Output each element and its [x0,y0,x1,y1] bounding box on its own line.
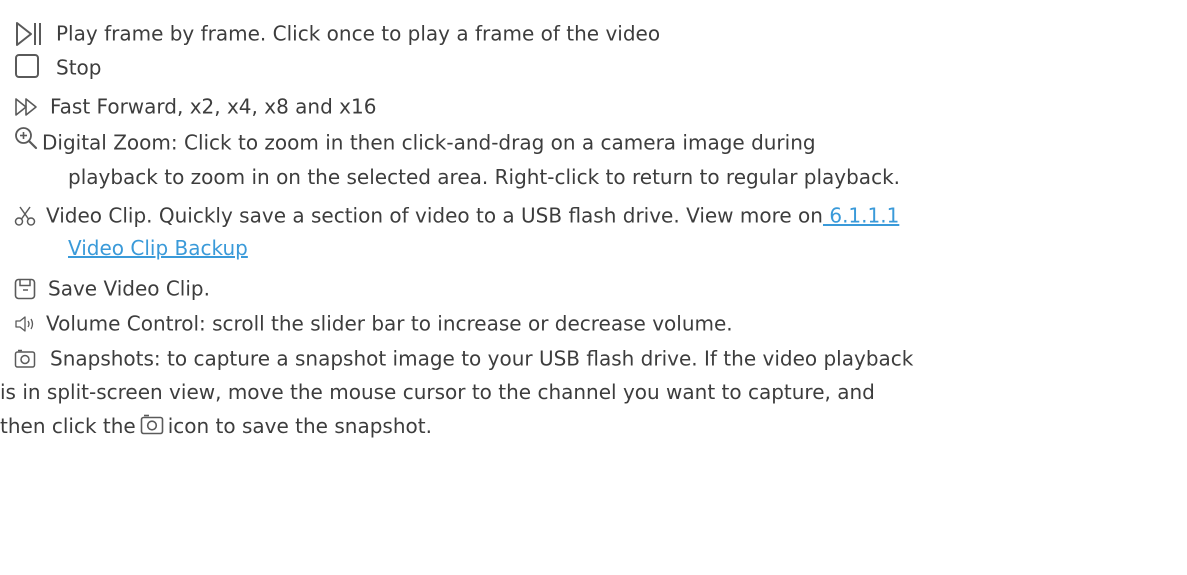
item-snapshots: Snapshots: to capture a snapshot image t… [14,340,1179,376]
camera-icon[interactable] [140,412,164,446]
item-text: Save Video Clip. [48,276,210,301]
item-stop: Stop [14,49,1179,85]
document-body: Play frame by frame. Click once to play … [0,0,1187,575]
item-video-clip: Video Clip. Quickly save a section of vi… [14,197,1179,233]
item-volume-control: Volume Control: scroll the slider bar to… [14,305,1179,341]
item-text: Snapshots: to capture a snapshot image t… [50,346,914,371]
item-text: Play frame by frame. Click once to play … [56,21,661,46]
item-text: then click the [0,414,136,438]
item-text: Stop [56,55,102,80]
item-digital-zoom: Digital Zoom: Click to zoom in then clic… [14,124,1179,160]
stop-icon[interactable] [14,53,40,83]
camera-icon[interactable] [14,349,36,369]
item-text-continued: playback to zoom in on the selected area… [68,165,901,189]
scissors-icon[interactable] [14,205,36,227]
item-text-continued-final: then click the icon to save the snapshot… [0,409,432,446]
item-text: Fast Forward, x2, x4, x8 and x16 [50,94,377,119]
section-link-title[interactable]: Video Clip Backup [68,236,248,260]
step-frame-icon[interactable] [14,21,44,47]
item-text: Video Clip. Quickly save a section of vi… [46,203,823,228]
save-icon[interactable] [14,278,36,300]
item-text: icon to save the snapshot. [167,414,432,438]
section-link-number[interactable]: 6.1.1.1 [823,204,899,228]
volume-icon[interactable] [14,315,38,333]
item-text-continued: Video Clip Backup [68,231,248,265]
item-save-clip: Save Video Clip. [14,270,1179,306]
item-text: Digital Zoom: Click to zoom in then clic… [42,130,816,155]
fast-forward-icon[interactable] [14,96,40,118]
item-fast-forward: Fast Forward, x2, x4, x8 and x16 [14,88,1179,124]
item-frame-by-frame: Play frame by frame. Click once to play … [14,15,1179,51]
zoom-in-icon[interactable] [14,126,38,150]
item-text: Volume Control: scroll the slider bar to… [46,311,733,336]
item-text-continued: is in split-screen view, move the mouse … [0,380,875,404]
